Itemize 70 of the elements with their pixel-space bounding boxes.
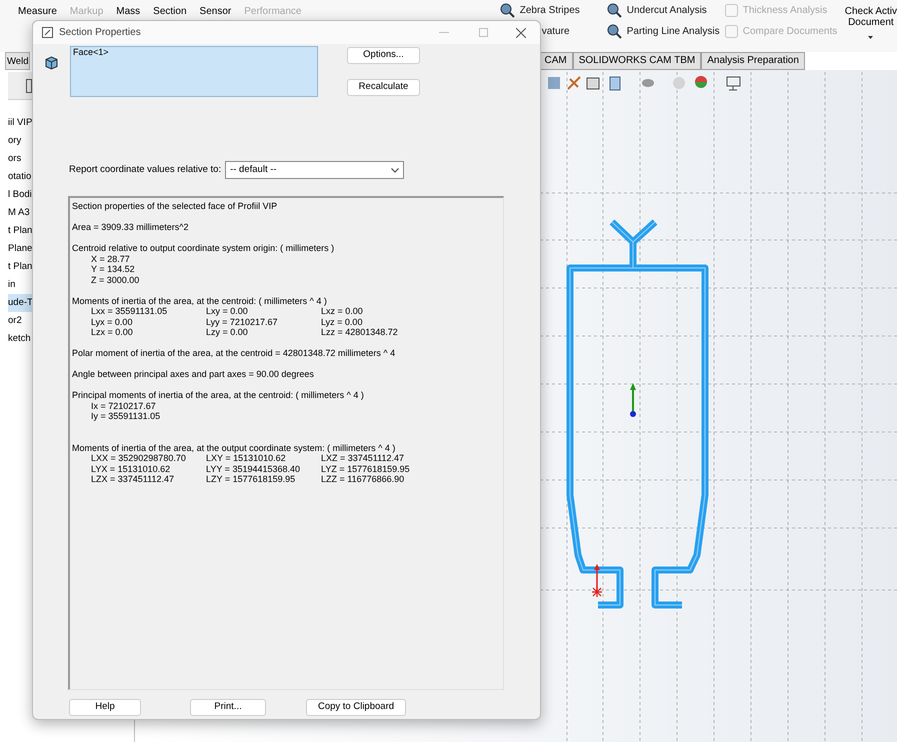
report-value: Lxy = 0.00: [206, 306, 249, 316]
dialog-button[interactable]: Print...: [190, 699, 266, 716]
selection-list[interactable]: Face<1>: [70, 46, 318, 97]
report-line: Iy = 35591131.05: [91, 411, 160, 421]
dialog-button[interactable]: Help: [69, 699, 141, 716]
report-line: Polar moment of inertia of the area, at the centroid = 42801348.72 millimeters ^ 4: [72, 348, 396, 358]
report-line: X = 28.77: [91, 254, 130, 264]
report-line: Moments of inertia of the area, at the output coordinate system: ( millimeters ^ 4 ): [72, 442, 396, 453]
eye-icon[interactable]: [642, 79, 654, 87]
report-value: LYZ = 1577618159.95: [321, 464, 411, 474]
report-line: Principal moments of inertia of the area, at the centroid: ( millimeters ^ 4 ): [72, 390, 365, 400]
report-value: LZZ = 116776866.90: [321, 474, 406, 484]
report-value: LZY = 1577618159.95: [206, 474, 296, 484]
dialog-button[interactable]: Copy to Clipboard: [306, 699, 406, 716]
report-line: Ix = 7210217.67: [91, 400, 156, 410]
report-value: LXX = 35290298780.70: [91, 453, 187, 464]
report-value: Lzy = 0.00: [206, 327, 249, 338]
close-icon[interactable]: [516, 28, 526, 38]
report-line: Moments of inertia of the area, at the centroid: ( millimeters ^ 4 ): [72, 296, 328, 306]
tab[interactable]: Analysis Preparation: [701, 52, 805, 70]
coordinate-dropdown[interactable]: -- default --: [225, 161, 404, 179]
toolbar-icon[interactable]: [26, 78, 32, 92]
monitor-icon[interactable]: [726, 76, 740, 90]
analysis-tool[interactable]: vature: [542, 24, 570, 39]
cube-icon: [45, 56, 58, 70]
report-value: LXY = 15131010.62: [206, 453, 287, 464]
dropdown-caret-icon[interactable]: [868, 36, 874, 39]
report-value: Lyx = 0.00: [91, 316, 134, 327]
square-icon: [724, 4, 738, 17]
report-value: LYX = 15131010.62: [91, 464, 172, 474]
appearance-icon[interactable]: [695, 76, 707, 88]
axis-triad-icon: [630, 383, 636, 417]
report-line: Angle between principal axes and part axes = 90.00 degrees: [72, 369, 315, 380]
report-line: Z = 3000.00: [91, 274, 140, 284]
toolbar-icon[interactable]: [567, 76, 581, 90]
report-value: Lyy = 7210217.67: [206, 316, 278, 327]
dialog-icon: [42, 27, 53, 38]
magnifier-icon: [606, 3, 622, 18]
toolbar-icon[interactable]: [610, 76, 620, 90]
window-title: Section Properties: [59, 26, 141, 40]
field-label: Report coordinate values relative to:: [69, 162, 222, 177]
report-value: LXZ = 337451112.47: [321, 453, 405, 464]
toolbar-icon[interactable]: [586, 78, 600, 90]
selection-item[interactable]: Face<1>: [73, 47, 315, 58]
tab[interactable]: CAM: [538, 52, 573, 70]
tab[interactable]: SOLIDWORKS CAM TBM: [572, 52, 702, 70]
magnifier-icon: [606, 24, 622, 39]
magnifier-icon: [500, 3, 515, 18]
report-value: LZX = 337451112.47: [91, 474, 175, 484]
report-line: Area = 3909.33 millimeters^2: [72, 222, 190, 232]
check-document-label[interactable]: Check Activ: [844, 6, 897, 17]
analysis-tool[interactable]: Zebra Stripes: [520, 3, 580, 18]
check-document-label[interactable]: Document: [848, 17, 894, 28]
dialog-button[interactable]: Options...: [347, 47, 420, 64]
origin-icon: [591, 564, 603, 598]
report-value: Lxz = 0.00: [321, 306, 364, 316]
report-value: Lxx = 35591131.05: [91, 306, 168, 316]
report-line: Centroid relative to output coordinate system origin: ( millimeters ): [72, 243, 336, 254]
chevron-down-icon: [391, 168, 400, 172]
analysis-tool[interactable]: Parting Line Analysis: [626, 24, 720, 39]
report-value: Lzz = 42801348.72: [321, 327, 399, 338]
dialog-button[interactable]: Recalculate: [347, 79, 420, 96]
tab[interactable]: Weld: [5, 52, 30, 70]
analysis-tool[interactable]: Undercut Analysis: [626, 3, 707, 18]
report-line: Section properties of the selected face of Profiil VIP: [72, 201, 278, 212]
report-line: Y = 134.52: [91, 264, 135, 274]
report-value: LYY = 35194415368.40: [206, 464, 302, 474]
report-value: Lzx = 0.00: [91, 327, 134, 338]
report-value: Lyz = 0.00: [321, 316, 364, 327]
square-icon: [724, 25, 738, 38]
